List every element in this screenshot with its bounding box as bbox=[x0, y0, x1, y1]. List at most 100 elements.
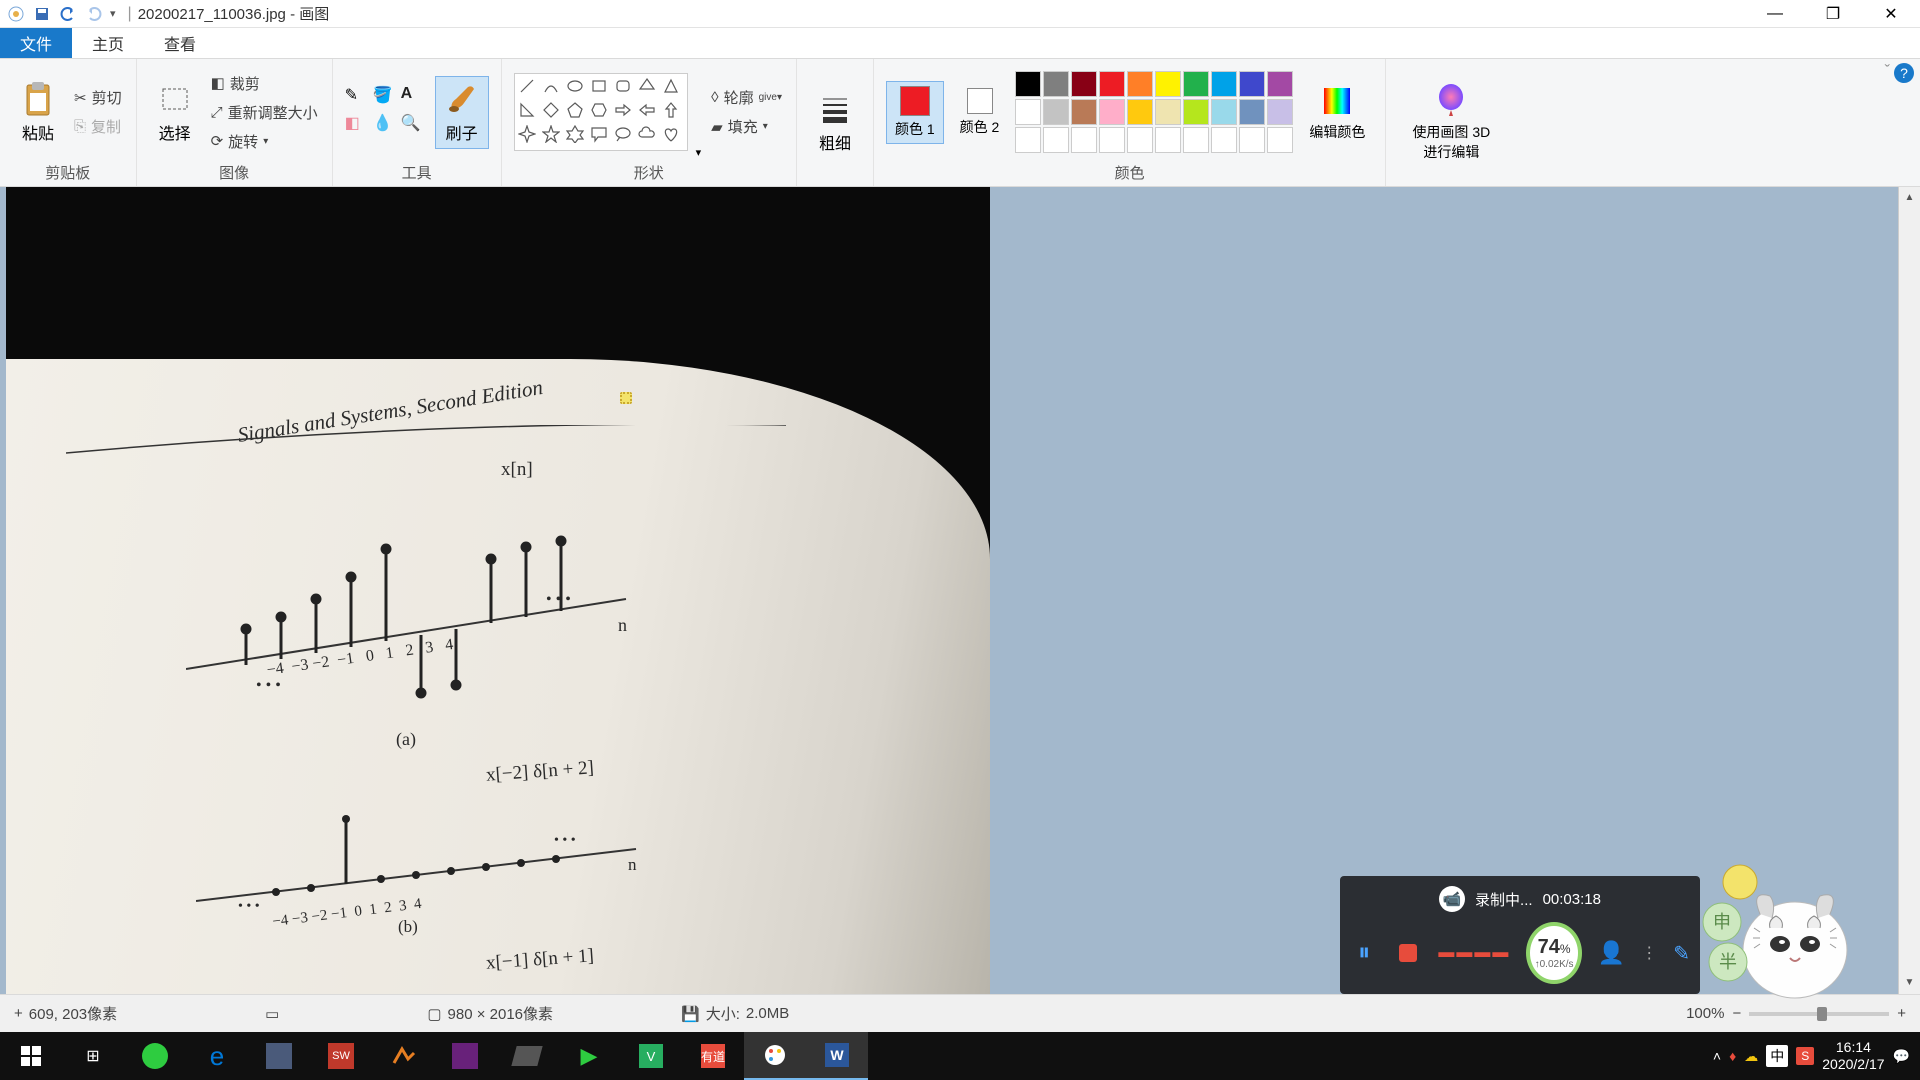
close-button[interactable]: ✕ bbox=[1862, 0, 1920, 28]
rotate-button[interactable]: ⟳旋转 ▾ bbox=[209, 129, 320, 154]
palette-empty[interactable] bbox=[1071, 127, 1097, 153]
palette-color[interactable] bbox=[1043, 71, 1069, 97]
tab-home[interactable]: 主页 bbox=[72, 28, 144, 58]
more-icon[interactable]: ⋮ bbox=[1641, 943, 1657, 963]
tray-icon-2[interactable]: ☁ bbox=[1744, 1048, 1758, 1065]
palette-empty[interactable] bbox=[1211, 127, 1237, 153]
ime-indicator[interactable]: 中 bbox=[1766, 1045, 1788, 1067]
desktop-mascot[interactable]: 申 半 bbox=[1700, 840, 1860, 1010]
app-icon-2[interactable] bbox=[496, 1032, 558, 1080]
clock[interactable]: 16:14 2020/2/17 bbox=[1822, 1039, 1884, 1073]
scroll-up-icon[interactable]: ▲ bbox=[1899, 187, 1920, 209]
text-tool[interactable]: A bbox=[401, 85, 427, 111]
scroll-down-icon[interactable]: ▼ bbox=[1899, 972, 1920, 994]
shape-cloud[interactable] bbox=[638, 125, 656, 143]
shape-star5[interactable] bbox=[542, 125, 560, 143]
webcam-icon[interactable]: 📹 bbox=[1439, 886, 1465, 912]
color2-button[interactable]: 颜色 2 bbox=[952, 84, 1008, 141]
stop-button[interactable] bbox=[1394, 937, 1422, 969]
shape-rtriangle[interactable] bbox=[518, 101, 536, 119]
cut-button[interactable]: ✂剪切 bbox=[72, 85, 124, 110]
brush-button[interactable]: 刷子 bbox=[435, 76, 489, 149]
start-button[interactable] bbox=[0, 1032, 62, 1080]
palette-color[interactable] bbox=[1267, 99, 1293, 125]
palette-color[interactable] bbox=[1239, 71, 1265, 97]
shape-star6[interactable] bbox=[566, 125, 584, 143]
palette-color[interactable] bbox=[1183, 71, 1209, 97]
tray-icon-1[interactable]: ♦ bbox=[1729, 1048, 1736, 1064]
screen-recorder-overlay[interactable]: 📹 录制中... 00:03:18 ⏸ ▬▬▬▬ 74% ↑0.02K/s 👤 … bbox=[1340, 876, 1700, 994]
pause-button[interactable]: ⏸ bbox=[1350, 937, 1378, 969]
palette-empty[interactable] bbox=[1155, 127, 1181, 153]
shapes-dropdown[interactable]: ▾ bbox=[696, 146, 702, 159]
fill-tool[interactable]: 🪣 bbox=[373, 85, 399, 111]
palette-empty[interactable] bbox=[1043, 127, 1069, 153]
palette-color[interactable] bbox=[1239, 99, 1265, 125]
paste-button[interactable]: 粘贴 bbox=[12, 77, 64, 148]
palette-color[interactable] bbox=[1267, 71, 1293, 97]
solidworks-icon[interactable]: SW bbox=[310, 1032, 372, 1080]
shape-callout-rect[interactable] bbox=[590, 125, 608, 143]
shape-oval[interactable] bbox=[566, 77, 584, 95]
palette-color[interactable] bbox=[1071, 99, 1097, 125]
shape-curve[interactable] bbox=[542, 77, 560, 95]
collapse-ribbon-icon[interactable]: ˇ bbox=[1885, 63, 1890, 81]
palette-empty[interactable] bbox=[1099, 127, 1125, 153]
eraser-tool[interactable]: ◧ bbox=[345, 113, 371, 139]
media-icon[interactable]: ▶ bbox=[558, 1032, 620, 1080]
paint3d-button[interactable]: 使用画图 3D 进行编辑 bbox=[1398, 79, 1504, 166]
pencil-tool[interactable]: ✎ bbox=[345, 85, 371, 111]
maximize-button[interactable]: ❐ bbox=[1804, 0, 1862, 28]
palette-color[interactable] bbox=[1155, 99, 1181, 125]
select-button[interactable]: 选择 bbox=[149, 77, 201, 148]
shape-heart[interactable] bbox=[662, 125, 680, 143]
shape-arrow-u[interactable] bbox=[662, 101, 680, 119]
shape-pentagon[interactable] bbox=[566, 101, 584, 119]
canvas-area[interactable]: Signals and Systems, Second Edition x[n] bbox=[0, 187, 1920, 994]
pen-annotate-icon[interactable]: ✎ bbox=[1673, 941, 1690, 966]
help-icon[interactable]: ? bbox=[1894, 63, 1914, 83]
palette-color[interactable] bbox=[1127, 71, 1153, 97]
fill-button[interactable]: ▰填充 ▾ bbox=[709, 114, 784, 139]
copy-button[interactable]: ⎘复制 bbox=[72, 114, 124, 139]
vscode-icon[interactable] bbox=[434, 1032, 496, 1080]
undo-icon[interactable] bbox=[58, 4, 78, 24]
palette-color[interactable] bbox=[1015, 99, 1041, 125]
resize-button[interactable]: ⤢重新调整大小 bbox=[209, 100, 320, 125]
palette-empty[interactable] bbox=[1267, 127, 1293, 153]
tray-icon-3[interactable]: S bbox=[1796, 1047, 1814, 1065]
shape-arrow-l[interactable] bbox=[638, 101, 656, 119]
redo-icon[interactable] bbox=[84, 4, 104, 24]
palette-color[interactable] bbox=[1127, 99, 1153, 125]
shape-hexagon[interactable] bbox=[590, 101, 608, 119]
palette-color[interactable] bbox=[1211, 71, 1237, 97]
palette-color[interactable] bbox=[1155, 71, 1181, 97]
shape-diamond[interactable] bbox=[542, 101, 560, 119]
shape-triangle[interactable] bbox=[662, 77, 680, 95]
palette-color[interactable] bbox=[1183, 99, 1209, 125]
color-palette[interactable] bbox=[1015, 71, 1293, 153]
app-icon-1[interactable] bbox=[248, 1032, 310, 1080]
browser-360-icon[interactable] bbox=[124, 1032, 186, 1080]
shape-rect[interactable] bbox=[590, 77, 608, 95]
save-icon[interactable] bbox=[32, 4, 52, 24]
palette-color[interactable] bbox=[1099, 71, 1125, 97]
edit-colors-button[interactable]: 编辑颜色 bbox=[1301, 79, 1373, 146]
matlab-icon[interactable] bbox=[372, 1032, 434, 1080]
add-person-icon[interactable]: 👤 bbox=[1598, 940, 1625, 966]
notifications-icon[interactable]: 💬 bbox=[1893, 1048, 1910, 1065]
shape-line[interactable] bbox=[518, 77, 536, 95]
color1-button[interactable]: 颜色 1 bbox=[886, 81, 944, 144]
app-icon-3[interactable]: V bbox=[620, 1032, 682, 1080]
paint-taskbar-icon[interactable] bbox=[744, 1032, 806, 1080]
palette-color[interactable] bbox=[1015, 71, 1041, 97]
palette-color[interactable] bbox=[1043, 99, 1069, 125]
shape-callout-oval[interactable] bbox=[614, 125, 632, 143]
size-button[interactable]: 粗细 bbox=[809, 87, 861, 158]
zoom-tool[interactable]: 🔍 bbox=[401, 113, 427, 139]
palette-empty[interactable] bbox=[1127, 127, 1153, 153]
outline-button[interactable]: ◊轮廓 give▾ bbox=[709, 85, 784, 110]
crop-button[interactable]: ◧裁剪 bbox=[209, 71, 320, 96]
tab-file[interactable]: 文件 bbox=[0, 28, 72, 58]
shape-star4[interactable] bbox=[518, 125, 536, 143]
